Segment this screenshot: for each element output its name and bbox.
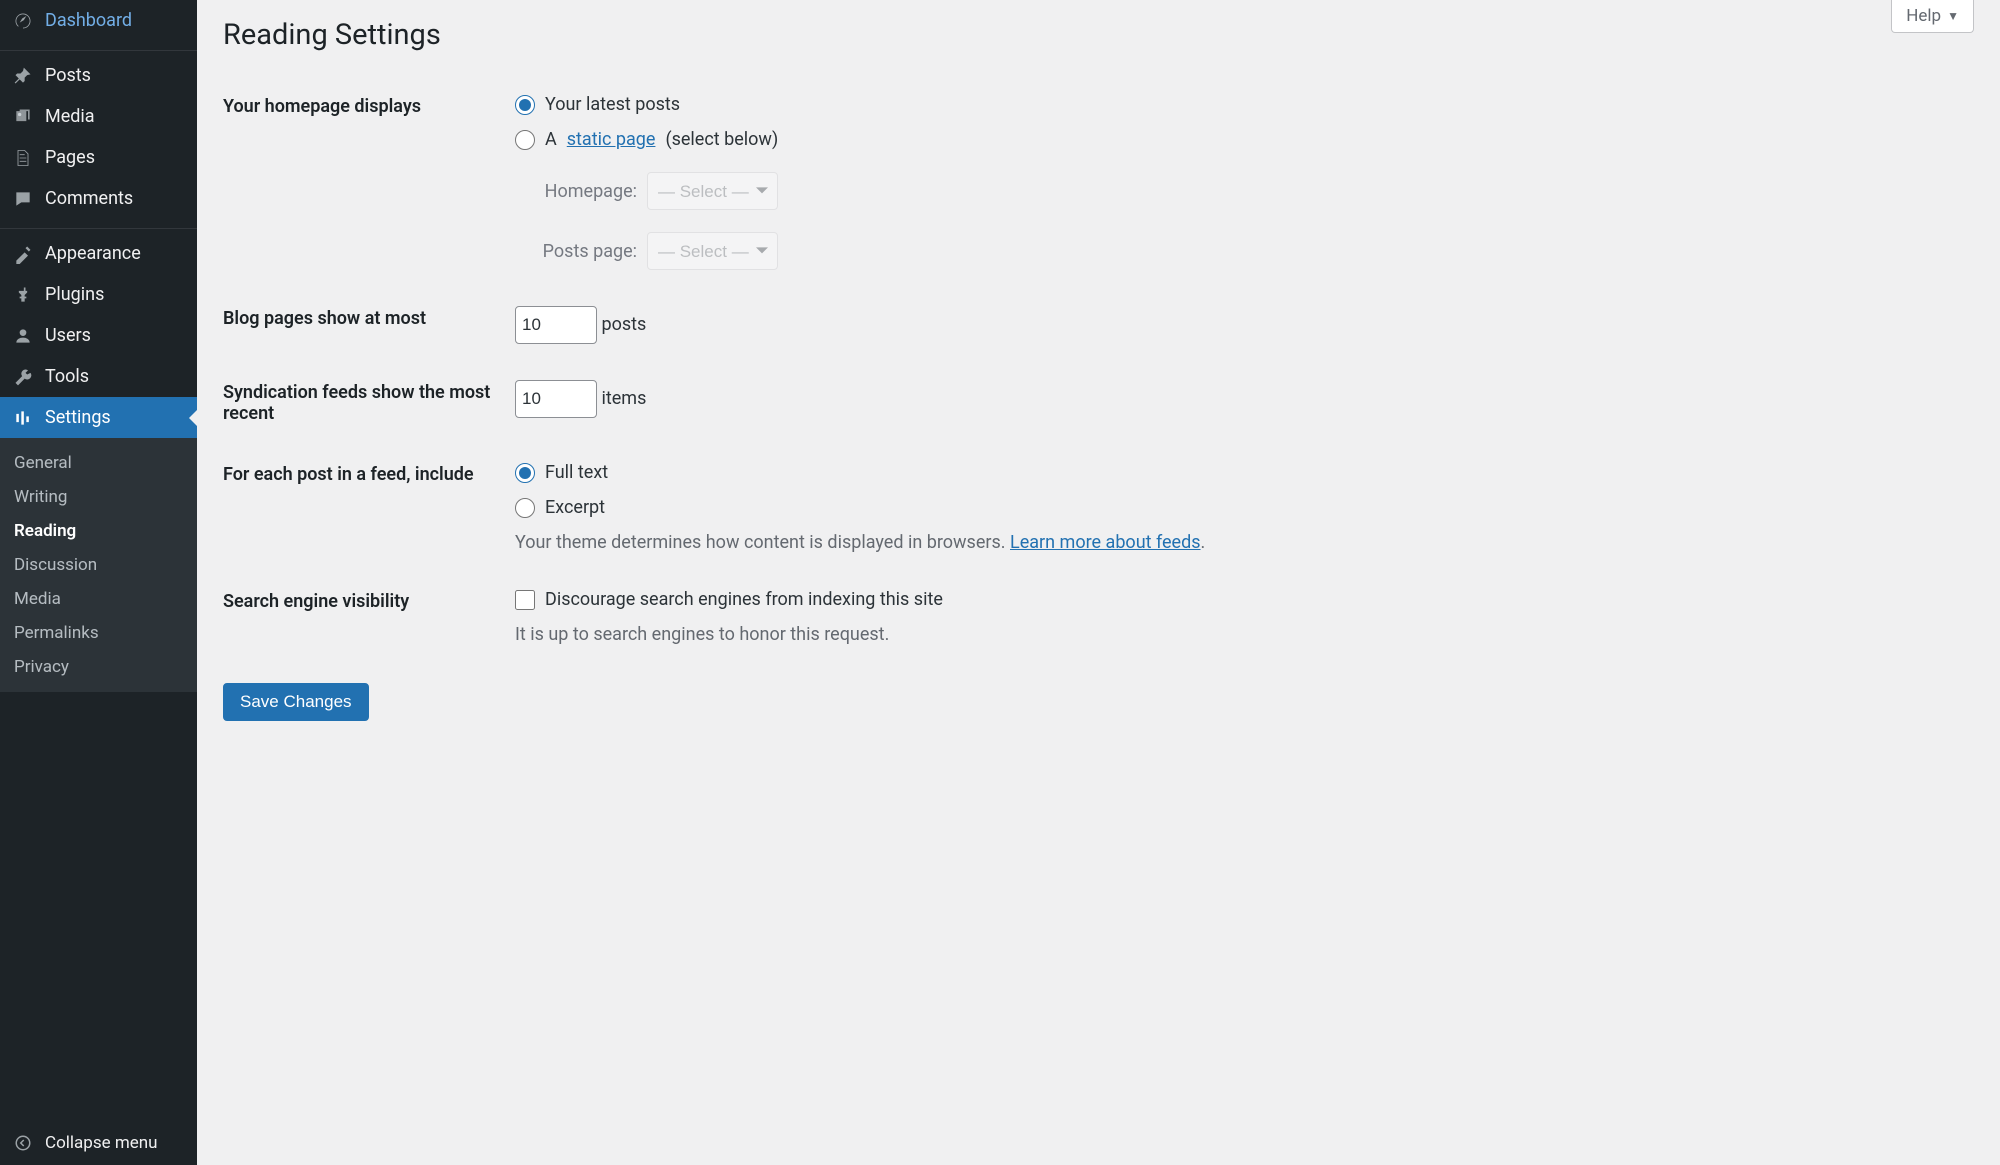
feed-full-text-radio[interactable] (515, 463, 535, 483)
homepage-static-page-radio[interactable] (515, 130, 535, 150)
sidebar-item-appearance[interactable]: Appearance (0, 233, 197, 274)
sidebar-item-label: Dashboard (45, 10, 132, 31)
search-visibility-label: Search engine visibility (223, 571, 505, 663)
sidebar-separator (0, 45, 197, 51)
settings-submenu: General Writing Reading Discussion Media… (0, 438, 197, 692)
settings-form-table: Your homepage displays Your latest posts… (223, 76, 1974, 663)
sidebar-item-label: Settings (45, 407, 111, 428)
settings-icon (13, 408, 33, 428)
dashboard-icon (13, 11, 33, 31)
sidebar-item-label: Plugins (45, 284, 104, 305)
submenu-item-media[interactable]: Media (0, 582, 197, 616)
sidebar-item-label: Comments (45, 188, 133, 209)
users-icon (13, 326, 33, 346)
discourage-search-checkbox[interactable] (515, 590, 535, 610)
feed-excerpt-radio[interactable] (515, 498, 535, 518)
comments-icon (13, 189, 33, 209)
submenu-item-writing[interactable]: Writing (0, 480, 197, 514)
feed-include-label: For each post in a feed, include (223, 444, 505, 571)
feed-include-description: Your theme determines how content is dis… (515, 532, 1964, 553)
sidebar-item-label: Pages (45, 147, 95, 168)
tools-icon (13, 367, 33, 387)
sidebar-item-label: Tools (45, 366, 89, 387)
posts-page-select-label: Posts page: (541, 241, 637, 262)
submenu-item-general[interactable]: General (0, 446, 197, 480)
main-content: Help ▼ Reading Settings Your homepage di… (197, 0, 2000, 1165)
media-icon (13, 107, 33, 127)
help-tab[interactable]: Help ▼ (1891, 0, 1974, 33)
sidebar-item-label: Appearance (45, 243, 141, 264)
sidebar-item-users[interactable]: Users (0, 315, 197, 356)
search-visibility-description: It is up to search engines to honor this… (515, 624, 1964, 645)
homepage-static-page-label[interactable]: A static page (select below) (545, 129, 778, 150)
feed-excerpt-label[interactable]: Excerpt (545, 497, 605, 518)
sidebar-item-plugins[interactable]: Plugins (0, 274, 197, 315)
homepage-latest-posts-radio[interactable] (515, 95, 535, 115)
homepage-select[interactable]: — Select — (647, 172, 778, 210)
plugins-icon (13, 285, 33, 305)
blog-pages-suffix: posts (601, 314, 646, 335)
sidebar-item-tools[interactable]: Tools (0, 356, 197, 397)
syndication-label: Syndication feeds show the most recent (223, 362, 505, 444)
sidebar-separator (0, 223, 197, 229)
collapse-icon (13, 1133, 33, 1153)
pages-icon (13, 148, 33, 168)
submenu-item-discussion[interactable]: Discussion (0, 548, 197, 582)
discourage-search-label[interactable]: Discourage search engines from indexing … (545, 589, 943, 610)
collapse-menu-button[interactable]: Collapse menu (0, 1121, 197, 1165)
sidebar-item-settings[interactable]: Settings (0, 397, 197, 438)
help-label: Help (1906, 6, 1941, 26)
chevron-down-icon: ▼ (1947, 9, 1959, 23)
posts-page-select[interactable]: — Select — (647, 232, 778, 270)
sidebar-item-pages[interactable]: Pages (0, 137, 197, 178)
sidebar-item-posts[interactable]: Posts (0, 55, 197, 96)
page-title: Reading Settings (223, 0, 1974, 76)
sidebar-item-label: Posts (45, 65, 91, 86)
feed-full-text-label[interactable]: Full text (545, 462, 608, 483)
submenu-item-permalinks[interactable]: Permalinks (0, 616, 197, 650)
blog-pages-input[interactable] (515, 306, 597, 344)
appearance-icon (13, 244, 33, 264)
static-page-link[interactable]: static page (567, 129, 656, 150)
pin-icon (13, 66, 33, 86)
sidebar-item-dashboard[interactable]: Dashboard (0, 0, 197, 41)
admin-sidebar: Dashboard Posts Media Pages Comments App… (0, 0, 197, 1165)
homepage-latest-posts-label[interactable]: Your latest posts (545, 94, 680, 115)
sidebar-item-media[interactable]: Media (0, 96, 197, 137)
syndication-input[interactable] (515, 380, 597, 418)
learn-more-feeds-link[interactable]: Learn more about feeds (1010, 532, 1201, 553)
submenu-item-reading[interactable]: Reading (0, 514, 197, 548)
syndication-suffix: items (601, 388, 646, 409)
submenu-item-privacy[interactable]: Privacy (0, 650, 197, 684)
save-changes-button[interactable]: Save Changes (223, 683, 369, 721)
collapse-menu-label: Collapse menu (45, 1133, 158, 1153)
blog-pages-label: Blog pages show at most (223, 288, 505, 362)
sidebar-item-label: Media (45, 106, 95, 127)
sidebar-item-label: Users (45, 325, 91, 346)
sidebar-item-comments[interactable]: Comments (0, 178, 197, 219)
homepage-displays-label: Your homepage displays (223, 76, 505, 288)
homepage-select-label: Homepage: (541, 181, 637, 202)
